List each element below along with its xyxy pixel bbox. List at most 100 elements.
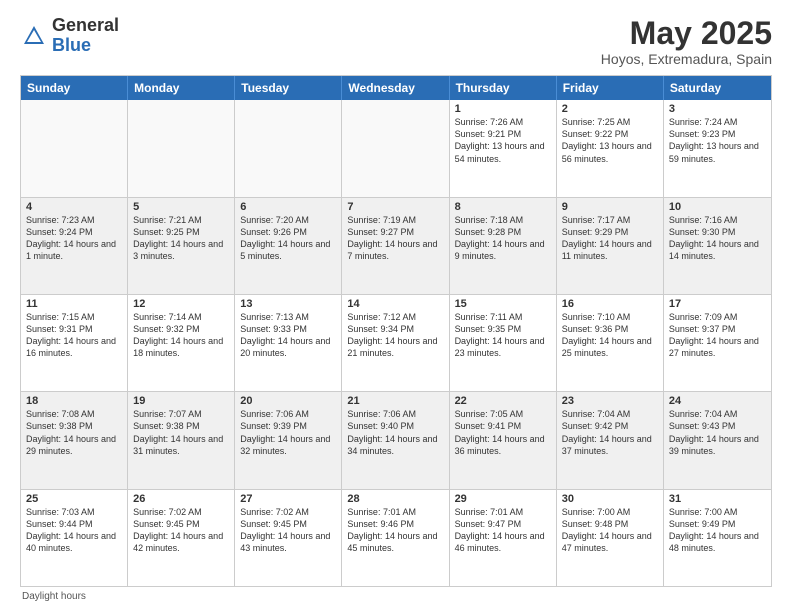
calendar-cell: 28Sunrise: 7:01 AMSunset: 9:46 PMDayligh… (342, 490, 449, 586)
calendar-week-5: 25Sunrise: 7:03 AMSunset: 9:44 PMDayligh… (21, 489, 771, 586)
calendar-cell: 9Sunrise: 7:17 AMSunset: 9:29 PMDaylight… (557, 198, 664, 294)
cell-info: Sunrise: 7:15 AMSunset: 9:31 PMDaylight:… (26, 311, 122, 360)
calendar-cell (21, 100, 128, 196)
calendar-cell: 31Sunrise: 7:00 AMSunset: 9:49 PMDayligh… (664, 490, 771, 586)
location: Hoyos, Extremadura, Spain (601, 51, 772, 67)
calendar-cell: 26Sunrise: 7:02 AMSunset: 9:45 PMDayligh… (128, 490, 235, 586)
calendar-cell: 17Sunrise: 7:09 AMSunset: 9:37 PMDayligh… (664, 295, 771, 391)
day-header-monday: Monday (128, 76, 235, 100)
calendar-cell: 7Sunrise: 7:19 AMSunset: 9:27 PMDaylight… (342, 198, 449, 294)
calendar-cell: 2Sunrise: 7:25 AMSunset: 9:22 PMDaylight… (557, 100, 664, 196)
cell-info: Sunrise: 7:01 AMSunset: 9:46 PMDaylight:… (347, 506, 443, 555)
day-header-friday: Friday (557, 76, 664, 100)
day-number: 16 (562, 298, 658, 310)
cell-info: Sunrise: 7:06 AMSunset: 9:40 PMDaylight:… (347, 408, 443, 457)
calendar-cell: 30Sunrise: 7:00 AMSunset: 9:48 PMDayligh… (557, 490, 664, 586)
title-block: May 2025 Hoyos, Extremadura, Spain (601, 16, 772, 67)
day-number: 31 (669, 493, 766, 505)
calendar-cell: 20Sunrise: 7:06 AMSunset: 9:39 PMDayligh… (235, 392, 342, 488)
day-number: 12 (133, 298, 229, 310)
day-number: 10 (669, 201, 766, 213)
cell-info: Sunrise: 7:16 AMSunset: 9:30 PMDaylight:… (669, 214, 766, 263)
calendar-cell: 27Sunrise: 7:02 AMSunset: 9:45 PMDayligh… (235, 490, 342, 586)
day-header-sunday: Sunday (21, 76, 128, 100)
cell-info: Sunrise: 7:03 AMSunset: 9:44 PMDaylight:… (26, 506, 122, 555)
cell-info: Sunrise: 7:12 AMSunset: 9:34 PMDaylight:… (347, 311, 443, 360)
day-number: 19 (133, 395, 229, 407)
cell-info: Sunrise: 7:04 AMSunset: 9:42 PMDaylight:… (562, 408, 658, 457)
day-number: 3 (669, 103, 766, 115)
page: General Blue May 2025 Hoyos, Extremadura… (0, 0, 792, 612)
calendar-body: 1Sunrise: 7:26 AMSunset: 9:21 PMDaylight… (21, 100, 771, 586)
day-number: 4 (26, 201, 122, 213)
calendar-cell: 14Sunrise: 7:12 AMSunset: 9:34 PMDayligh… (342, 295, 449, 391)
day-header-wednesday: Wednesday (342, 76, 449, 100)
day-number: 8 (455, 201, 551, 213)
day-number: 22 (455, 395, 551, 407)
header: General Blue May 2025 Hoyos, Extremadura… (20, 16, 772, 67)
calendar-cell: 29Sunrise: 7:01 AMSunset: 9:47 PMDayligh… (450, 490, 557, 586)
calendar-cell (128, 100, 235, 196)
cell-info: Sunrise: 7:00 AMSunset: 9:49 PMDaylight:… (669, 506, 766, 555)
cell-info: Sunrise: 7:07 AMSunset: 9:38 PMDaylight:… (133, 408, 229, 457)
calendar-cell: 22Sunrise: 7:05 AMSunset: 9:41 PMDayligh… (450, 392, 557, 488)
calendar-week-1: 1Sunrise: 7:26 AMSunset: 9:21 PMDaylight… (21, 100, 771, 196)
calendar-cell: 6Sunrise: 7:20 AMSunset: 9:26 PMDaylight… (235, 198, 342, 294)
footer-note: Daylight hours (20, 591, 772, 602)
day-number: 6 (240, 201, 336, 213)
calendar-cell: 24Sunrise: 7:04 AMSunset: 9:43 PMDayligh… (664, 392, 771, 488)
cell-info: Sunrise: 7:20 AMSunset: 9:26 PMDaylight:… (240, 214, 336, 263)
calendar-cell: 11Sunrise: 7:15 AMSunset: 9:31 PMDayligh… (21, 295, 128, 391)
month-title: May 2025 (601, 16, 772, 51)
calendar-cell (342, 100, 449, 196)
day-number: 20 (240, 395, 336, 407)
cell-info: Sunrise: 7:21 AMSunset: 9:25 PMDaylight:… (133, 214, 229, 263)
day-number: 25 (26, 493, 122, 505)
logo-text: General Blue (52, 16, 119, 56)
logo-icon (20, 22, 48, 50)
day-number: 29 (455, 493, 551, 505)
cell-info: Sunrise: 7:23 AMSunset: 9:24 PMDaylight:… (26, 214, 122, 263)
cell-info: Sunrise: 7:18 AMSunset: 9:28 PMDaylight:… (455, 214, 551, 263)
calendar-cell: 5Sunrise: 7:21 AMSunset: 9:25 PMDaylight… (128, 198, 235, 294)
calendar-week-4: 18Sunrise: 7:08 AMSunset: 9:38 PMDayligh… (21, 391, 771, 488)
calendar: SundayMondayTuesdayWednesdayThursdayFrid… (20, 75, 772, 587)
day-header-thursday: Thursday (450, 76, 557, 100)
calendar-header-row: SundayMondayTuesdayWednesdayThursdayFrid… (21, 76, 771, 100)
calendar-cell: 18Sunrise: 7:08 AMSunset: 9:38 PMDayligh… (21, 392, 128, 488)
day-header-saturday: Saturday (664, 76, 771, 100)
logo-general-text: General (52, 15, 119, 35)
day-number: 7 (347, 201, 443, 213)
calendar-week-3: 11Sunrise: 7:15 AMSunset: 9:31 PMDayligh… (21, 294, 771, 391)
day-number: 30 (562, 493, 658, 505)
logo-blue-text: Blue (52, 35, 91, 55)
day-number: 21 (347, 395, 443, 407)
calendar-cell: 19Sunrise: 7:07 AMSunset: 9:38 PMDayligh… (128, 392, 235, 488)
day-number: 18 (26, 395, 122, 407)
day-number: 13 (240, 298, 336, 310)
cell-info: Sunrise: 7:25 AMSunset: 9:22 PMDaylight:… (562, 116, 658, 165)
day-number: 24 (669, 395, 766, 407)
cell-info: Sunrise: 7:00 AMSunset: 9:48 PMDaylight:… (562, 506, 658, 555)
calendar-cell: 21Sunrise: 7:06 AMSunset: 9:40 PMDayligh… (342, 392, 449, 488)
logo: General Blue (20, 16, 119, 56)
day-number: 23 (562, 395, 658, 407)
calendar-cell: 15Sunrise: 7:11 AMSunset: 9:35 PMDayligh… (450, 295, 557, 391)
cell-info: Sunrise: 7:14 AMSunset: 9:32 PMDaylight:… (133, 311, 229, 360)
day-number: 27 (240, 493, 336, 505)
cell-info: Sunrise: 7:09 AMSunset: 9:37 PMDaylight:… (669, 311, 766, 360)
calendar-cell: 16Sunrise: 7:10 AMSunset: 9:36 PMDayligh… (557, 295, 664, 391)
cell-info: Sunrise: 7:05 AMSunset: 9:41 PMDaylight:… (455, 408, 551, 457)
cell-info: Sunrise: 7:19 AMSunset: 9:27 PMDaylight:… (347, 214, 443, 263)
day-number: 5 (133, 201, 229, 213)
day-number: 11 (26, 298, 122, 310)
day-number: 28 (347, 493, 443, 505)
calendar-week-2: 4Sunrise: 7:23 AMSunset: 9:24 PMDaylight… (21, 197, 771, 294)
cell-info: Sunrise: 7:02 AMSunset: 9:45 PMDaylight:… (240, 506, 336, 555)
day-number: 2 (562, 103, 658, 115)
day-number: 26 (133, 493, 229, 505)
cell-info: Sunrise: 7:06 AMSunset: 9:39 PMDaylight:… (240, 408, 336, 457)
calendar-cell: 23Sunrise: 7:04 AMSunset: 9:42 PMDayligh… (557, 392, 664, 488)
calendar-cell: 25Sunrise: 7:03 AMSunset: 9:44 PMDayligh… (21, 490, 128, 586)
calendar-cell (235, 100, 342, 196)
